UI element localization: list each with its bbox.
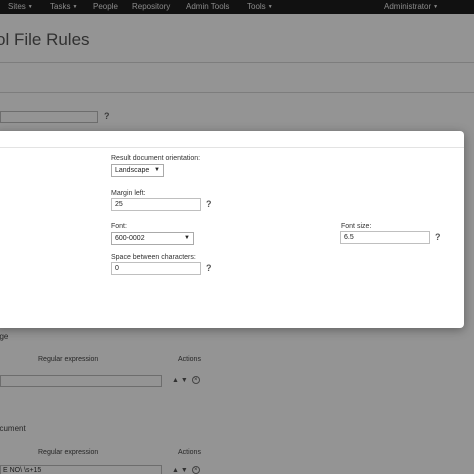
margin-left-input[interactable]: 25 [111,198,201,211]
char-spacing-input[interactable]: 0 [111,262,201,275]
font-label: Font: [111,223,127,230]
help-icon[interactable]: ? [206,263,212,273]
orientation-label: Result document orientation: [111,155,201,162]
chevron-down-icon: ▼ [154,167,160,173]
dialog-header-divider [0,147,464,148]
char-spacing-label: Space between characters: [111,254,196,261]
margin-left-label: Margin left: [111,190,146,197]
font-size-input[interactable]: 6.5 [340,231,430,244]
settings-dialog: Result document orientation: Landscape ▼… [0,131,464,328]
chevron-down-icon: ▼ [184,235,190,241]
font-select[interactable]: 600-0002 ▼ [111,232,194,245]
help-icon[interactable]: ? [435,232,441,242]
font-value: 600-0002 [115,235,145,242]
font-size-label: Font size: [341,223,372,230]
help-icon[interactable]: ? [206,199,212,209]
orientation-value: Landscape [115,167,150,174]
orientation-select[interactable]: Landscape ▼ [111,164,164,177]
